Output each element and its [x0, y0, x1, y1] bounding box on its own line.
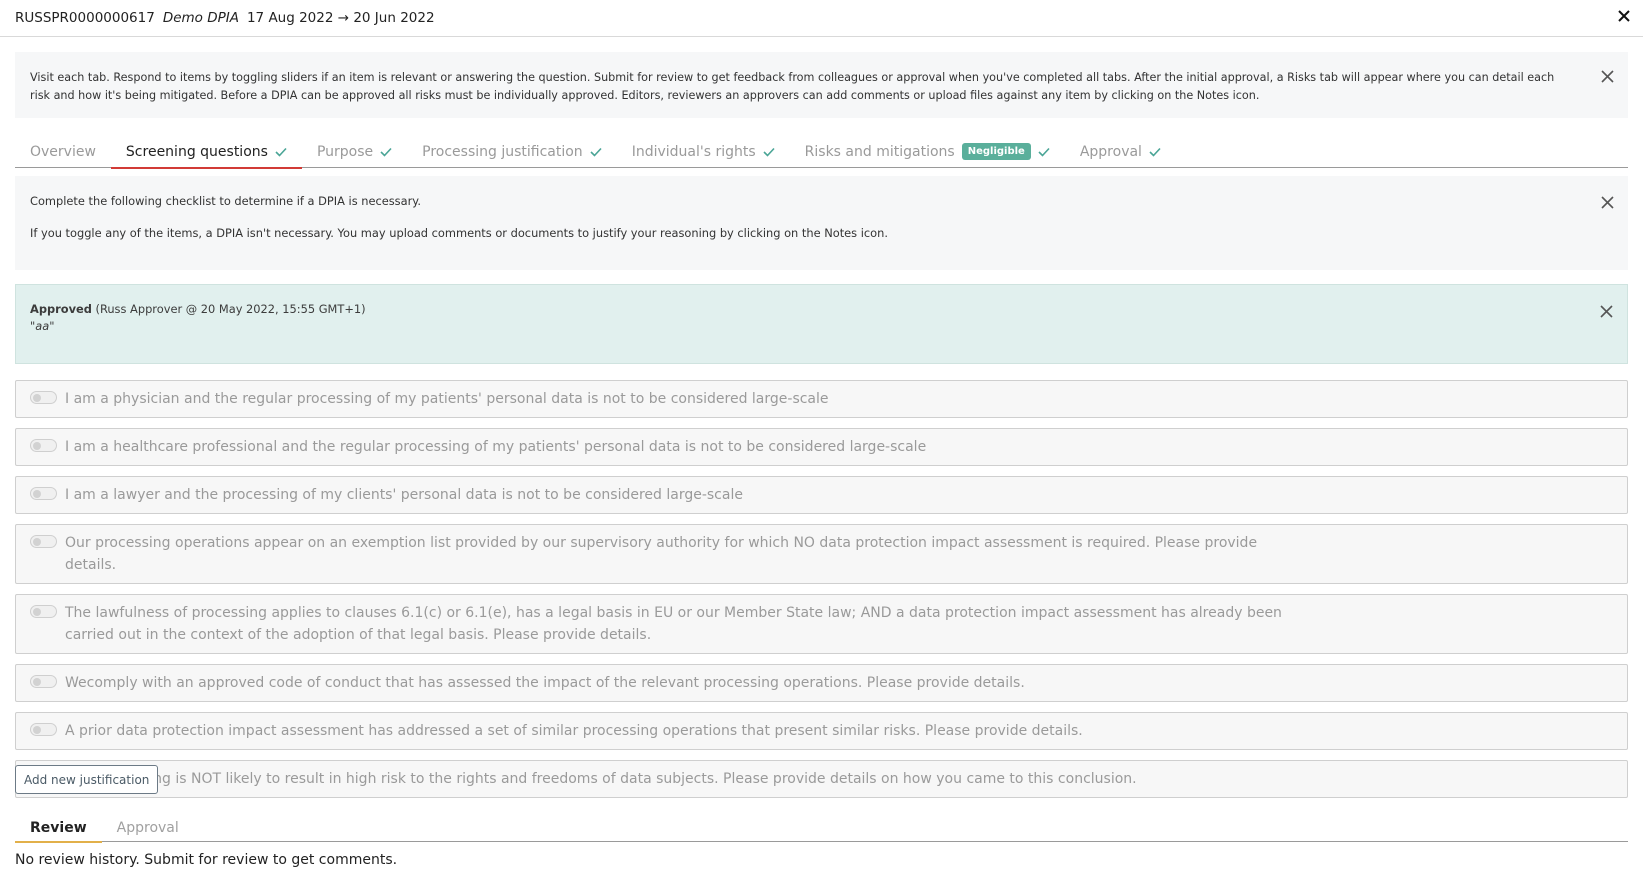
check-icon [1149, 147, 1161, 157]
checklist-item: Wecomply with an approved code of conduc… [15, 664, 1628, 702]
tab-overview[interactable]: Overview [15, 136, 111, 167]
check-icon [275, 147, 287, 157]
item-toggle[interactable] [30, 605, 57, 618]
close-icon[interactable] [1615, 7, 1633, 25]
tab-label: Risks and mitigations [804, 143, 955, 160]
item-text: A prior data protection impact assessmen… [65, 723, 1083, 739]
check-icon [763, 147, 775, 157]
dpia-name: Demo DPIA [162, 10, 239, 26]
tab-label: Individual's rights [631, 143, 756, 160]
item-toggle[interactable] [30, 391, 57, 404]
approval-detail: (Russ Approver @ 20 May 2022, 15:55 GMT+… [91, 302, 366, 316]
tab-approval[interactable]: Approval [1065, 136, 1176, 167]
checklist-item: I am a physician and the regular process… [15, 380, 1628, 418]
tab-label: Overview [30, 143, 96, 160]
item-toggle[interactable] [30, 723, 57, 736]
item-text: Wecomply with an approved code of conduc… [65, 675, 1025, 691]
item-toggle[interactable] [30, 675, 57, 688]
tab-individual-s-rights[interactable]: Individual's rights [617, 136, 790, 167]
tab-processing-justification[interactable]: Processing justification [407, 136, 617, 167]
checklist-item: A prior data protection impact assessmen… [15, 712, 1628, 750]
approval-notice: Approved (Russ Approver @ 20 May 2022, 1… [15, 284, 1628, 364]
subtab-approval[interactable]: Approval [102, 814, 194, 842]
checklist-item: The processing is NOT likely to result i… [15, 760, 1628, 798]
checklist-item: Our processing operations appear on an e… [15, 524, 1628, 584]
close-instructions-icon[interactable] [1598, 67, 1616, 85]
checklist-info-line1: Complete the following checklist to dete… [30, 194, 422, 208]
tab-label: Screening questions [125, 143, 268, 160]
check-icon [1038, 147, 1050, 157]
tab-label: Purpose [316, 143, 374, 160]
instructions-panel: Visit each tab. Respond to items by togg… [15, 52, 1628, 118]
check-icon [380, 147, 392, 157]
tab-label: Processing justification [422, 143, 583, 160]
tab-label: Approval [1079, 143, 1142, 160]
item-text: The processing is NOT likely to result i… [65, 771, 1137, 787]
dpia-tabs: Overview Screening questions Purpose Proces… [15, 136, 1628, 169]
risk-level-badge: Negligible [961, 143, 1031, 160]
instructions-text: Visit each tab. Respond to items by togg… [30, 71, 1555, 102]
tab-screening-questions[interactable]: Screening questions [110, 136, 302, 169]
approval-comment: "aa" [30, 319, 55, 333]
tab-risks-and-mitigations[interactable]: Risks and mitigations Negligible [790, 136, 1065, 167]
checklist-item: The lawfulness of processing applies to … [15, 594, 1628, 654]
dpia-reference: RUSSPR0000000617 [15, 10, 155, 26]
dpia-header: RUSSPR0000000617 Demo DPIA 17 Aug 2022 →… [0, 0, 1643, 37]
checklist-info-line2: If you toggle any of the items, a DPIA i… [30, 226, 888, 240]
screening-checklist: I am a physician and the regular process… [15, 380, 1628, 808]
approval-status: Approved [30, 302, 92, 316]
add-new-justification-button[interactable]: Add new justification [15, 765, 159, 794]
item-toggle[interactable] [30, 535, 57, 548]
checklist-item: I am a lawyer and the processing of my c… [15, 476, 1628, 514]
checklist-info-panel: Complete the following checklist to dete… [15, 176, 1628, 270]
review-approval-tabs: Review Approval [15, 814, 1628, 843]
subtab-review[interactable]: Review [15, 814, 102, 843]
item-text: Our processing operations appear on an e… [65, 535, 1258, 573]
item-toggle[interactable] [30, 439, 57, 452]
item-toggle[interactable] [30, 487, 57, 500]
close-checklist-info-icon[interactable] [1598, 193, 1616, 211]
check-icon [590, 147, 602, 157]
item-text: The lawfulness of processing applies to … [65, 605, 1282, 643]
item-text: I am a physician and the regular process… [65, 391, 829, 407]
checklist-item: I am a healthcare professional and the r… [15, 428, 1628, 466]
dpia-dates: 17 Aug 2022 → 20 Jun 2022 [246, 10, 435, 26]
review-history-text: No review history. Submit for review to … [15, 852, 398, 868]
item-text: I am a healthcare professional and the r… [65, 439, 927, 455]
tab-purpose[interactable]: Purpose [302, 136, 407, 167]
close-approval-notice-icon[interactable] [1597, 302, 1615, 320]
item-text: I am a lawyer and the processing of my c… [65, 487, 743, 503]
